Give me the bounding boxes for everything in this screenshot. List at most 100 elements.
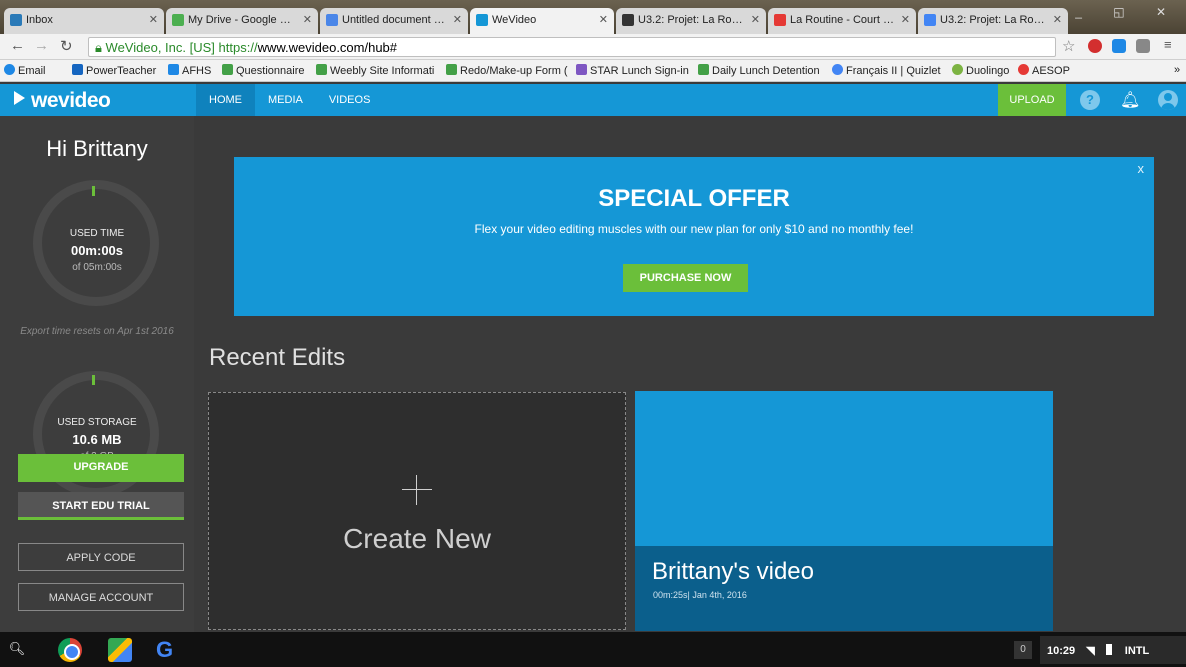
bookmark-questionnaire[interactable]: Questionnaire <box>222 64 305 77</box>
bookmarks-bar: Email PowerTeacher AFHS Questionnaire We… <box>0 60 1186 82</box>
browser-tab[interactable]: My Drive - Google Driv ✕ <box>166 8 318 34</box>
battery-icon <box>1105 644 1112 655</box>
video-card[interactable]: Brittany's video 00m:25s| Jan 4th, 2016 <box>635 391 1053 631</box>
system-tray[interactable]: 10:29 ◥ INTL <box>1040 636 1186 664</box>
export-reset-note: Export time resets on Apr 1st 2016 <box>20 326 174 337</box>
window-controls[interactable]: _ ◱ ✕ <box>1075 5 1180 19</box>
tab-title: U3.2: Projet: La Routin <box>940 14 1048 26</box>
sheet-icon <box>446 64 457 75</box>
chrome-icon[interactable] <box>58 638 82 662</box>
purchase-now-button[interactable]: PURCHASE NOW <box>623 264 748 292</box>
bookmark-aesop[interactable]: AESOP <box>1018 64 1070 77</box>
url-path: www.wevideo.com/hub# <box>257 40 398 55</box>
used-storage-label: USED STORAGE <box>57 417 137 428</box>
browser-tab[interactable]: U3.2: Projet: La Routin ✕ <box>918 8 1068 34</box>
google-icon[interactable]: G <box>156 637 180 662</box>
drive-favicon-icon <box>172 14 184 26</box>
youtube-favicon-icon <box>774 14 786 26</box>
docs-favicon-icon <box>326 14 338 26</box>
notification-count[interactable]: 0 <box>1014 641 1032 659</box>
tab-title: Inbox <box>26 14 53 26</box>
browser-tab[interactable]: La Routine - Court Mé ✕ <box>768 8 916 34</box>
close-icon[interactable]: ✕ <box>1053 13 1062 26</box>
browser-tab[interactable]: U3.2: Projet: La Routin ✕ <box>616 8 766 34</box>
nav-media[interactable]: MEDIA <box>255 84 316 116</box>
main-nav: HOME MEDIA VIDEOS <box>196 84 383 116</box>
back-icon[interactable]: ← <box>10 37 25 54</box>
bookmark-redo-form[interactable]: Redo/Make-up Form ( <box>446 64 568 77</box>
bookmark-star-icon[interactable]: ☆ <box>1062 37 1075 55</box>
tab-title: WeVideo <box>492 14 537 26</box>
tab-title: La Routine - Court Mé <box>790 14 896 26</box>
nav-home[interactable]: HOME <box>196 84 255 116</box>
maps-icon[interactable] <box>108 638 132 662</box>
bookmark-afhs[interactable]: AFHS <box>168 64 211 77</box>
main-content: x SPECIAL OFFER Flex your video editing … <box>194 116 1186 632</box>
more-bookmarks-icon[interactable]: » <box>1174 64 1180 76</box>
used-time-limit: of 05m:00s <box>72 262 122 273</box>
bell-icon[interactable]: 🔔︎ <box>1120 90 1140 110</box>
bookmark-email[interactable]: Email <box>4 64 46 77</box>
upload-button[interactable]: UPLOAD <box>998 84 1066 116</box>
classroom-icon <box>168 64 179 75</box>
start-edu-trial-button[interactable]: START EDU TRIAL <box>18 492 184 520</box>
powerteacher-icon <box>72 64 83 75</box>
wevideo-favicon-icon <box>476 14 488 26</box>
avatar[interactable] <box>1158 90 1178 110</box>
wevideo-logo[interactable]: wevideo <box>14 89 190 112</box>
duolingo-icon <box>952 64 963 75</box>
browser-tab[interactable]: Inbox ✕ <box>4 8 164 34</box>
browser-tab-active[interactable]: WeVideo ✕ <box>470 8 614 34</box>
close-icon[interactable]: ✕ <box>149 13 158 26</box>
browser-toolbar: ← → ↻ 🔒︎ WeVideo, Inc. [US] https://www.… <box>0 34 1186 60</box>
sheet-icon <box>698 64 709 75</box>
nav-videos[interactable]: VIDEOS <box>316 84 384 116</box>
close-icon[interactable]: ✕ <box>303 13 312 26</box>
plus-icon <box>402 475 432 505</box>
tab-title: Untitled document - Go <box>342 14 448 26</box>
bookmark-weebly[interactable]: Weebly Site Informati <box>316 64 434 77</box>
bookmark-star-lunch[interactable]: STAR Lunch Sign-in <box>576 64 689 77</box>
video-title: Brittany's video <box>652 558 814 585</box>
os-shelf: 🔍︎ G 0 10:29 ◥ INTL <box>0 632 1186 667</box>
used-time-label: USED TIME <box>69 228 125 239</box>
close-icon[interactable]: ✕ <box>901 13 910 26</box>
clock: 10:29 <box>1047 645 1076 657</box>
manage-account-button[interactable]: MANAGE ACCOUNT <box>18 583 184 611</box>
bookmark-duolingo[interactable]: Duolingo <box>952 64 1009 77</box>
offer-text: Flex your video editing muscles with our… <box>474 222 914 236</box>
sheet-icon <box>316 64 327 75</box>
apply-code-button[interactable]: APPLY CODE <box>18 543 184 571</box>
extension-icon[interactable] <box>1088 39 1102 53</box>
close-icon[interactable]: ✕ <box>453 13 462 26</box>
sidebar: Hi Brittany USED TIME 00m:00s of 05m:00s… <box>0 116 194 632</box>
app-header: wevideo HOME MEDIA VIDEOS UPLOAD ? 🔔︎ <box>0 84 1186 116</box>
close-icon[interactable]: x <box>1138 161 1145 176</box>
upgrade-button[interactable]: UPGRADE <box>18 454 184 482</box>
extension-icon[interactable] <box>1136 39 1150 53</box>
extension-icon[interactable] <box>1112 39 1126 53</box>
create-new-label: Create New <box>343 523 491 554</box>
form-icon <box>576 64 587 75</box>
close-icon[interactable]: ✕ <box>599 13 608 26</box>
help-icon[interactable]: ? <box>1080 90 1100 110</box>
input-method: INTL <box>1124 645 1150 657</box>
bookmark-quizlet[interactable]: Français II | Quizlet <box>832 64 941 77</box>
menu-icon[interactable]: ≡ <box>1164 37 1172 52</box>
address-bar[interactable]: 🔒︎ WeVideo, Inc. [US] https://www.wevide… <box>88 37 1056 57</box>
play-icon <box>14 91 25 105</box>
bookmark-powerteacher[interactable]: PowerTeacher <box>72 64 156 77</box>
search-icon[interactable]: 🔍︎ <box>8 641 26 659</box>
browser-tab[interactable]: Untitled document - Go ✕ <box>320 8 468 34</box>
bookmark-lunch-detention[interactable]: Daily Lunch Detention <box>698 64 820 77</box>
create-new-tile[interactable]: Create New <box>208 392 626 630</box>
url-protocol: https:// <box>218 40 258 55</box>
reload-icon[interactable]: ↻ <box>60 37 73 55</box>
tab-title: U3.2: Projet: La Routin <box>638 14 746 26</box>
offer-title: SPECIAL OFFER <box>598 185 790 212</box>
forward-icon[interactable]: → <box>34 37 49 54</box>
sheet-icon <box>222 64 233 75</box>
used-time-value: 00m:00s <box>70 243 124 258</box>
close-icon[interactable]: ✕ <box>751 13 760 26</box>
inbox-favicon-icon <box>10 14 22 26</box>
